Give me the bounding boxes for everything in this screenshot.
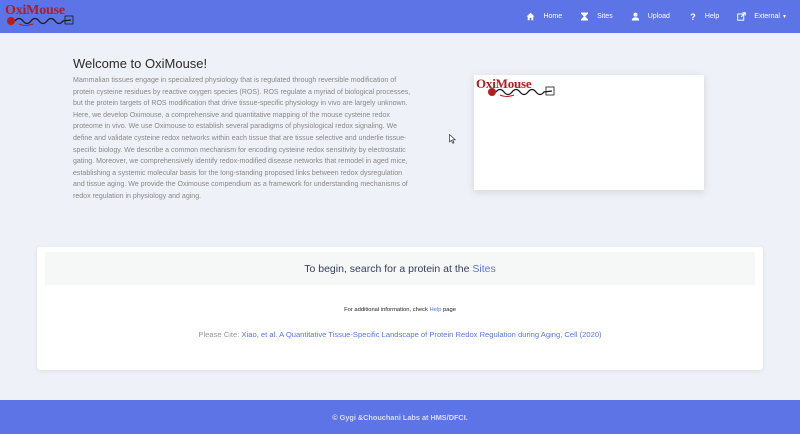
search-prompt-text: To begin, search for a protein at the bbox=[304, 262, 470, 275]
help-info-prefix: For additional information, check bbox=[344, 307, 428, 313]
mouse-squiggle-icon bbox=[7, 15, 74, 26]
nav-sites[interactable]: Sites bbox=[580, 12, 613, 21]
upload-user-icon bbox=[631, 12, 640, 21]
nav-menu: Home Sites Upload ? Help External ▾ bbox=[508, 0, 786, 33]
help-link[interactable]: Help bbox=[429, 307, 441, 313]
help-info-suffix: page bbox=[443, 307, 456, 313]
search-prompt-band: To begin, search for a protein at the Si… bbox=[45, 252, 755, 285]
citation-link[interactable]: Xiao, et al. A Quantitative Tissue-Speci… bbox=[242, 330, 602, 339]
nav-sites-label: Sites bbox=[597, 13, 613, 20]
nav-external-dropdown[interactable]: External ▾ bbox=[737, 12, 786, 21]
nav-help[interactable]: ? Help bbox=[688, 12, 719, 21]
sites-link[interactable]: Sites bbox=[472, 263, 495, 275]
oximouse-logo-image: OxiMouse bbox=[476, 76, 555, 100]
external-link-icon bbox=[737, 12, 747, 21]
welcome-title: Welcome to OxiMouse! bbox=[73, 56, 208, 71]
help-info-line: For additional information, check Help p… bbox=[37, 307, 763, 313]
nav-upload[interactable]: Upload bbox=[631, 12, 670, 21]
oximouse-logo[interactable]: OxiMouse bbox=[5, 3, 77, 29]
top-navbar: OxiMouse Home Sites Upload ? Help Extern… bbox=[0, 0, 800, 33]
nav-home-label: Home bbox=[543, 13, 563, 20]
citation-line: Please Cite: Xiao, et al. A Quantitative… bbox=[37, 330, 763, 339]
nav-home[interactable]: Home bbox=[526, 12, 562, 21]
nav-help-label: Help bbox=[704, 13, 720, 20]
svg-text:?: ? bbox=[690, 12, 696, 21]
home-icon bbox=[526, 12, 535, 21]
hourglass-icon bbox=[580, 12, 589, 21]
welcome-description: Mammalian tissues engage in specialized … bbox=[73, 77, 411, 200]
footer-copyright: © Gygi &Chouchani Labs at HMS/DFCI. bbox=[332, 412, 468, 422]
oximouse-logo-card: OxiMouse bbox=[474, 75, 704, 190]
question-icon: ? bbox=[688, 12, 697, 21]
mouse-squiggle-icon bbox=[488, 86, 555, 97]
mouse-cursor-icon bbox=[449, 134, 457, 144]
search-card: To begin, search for a protein at the Si… bbox=[37, 247, 763, 370]
footer: © Gygi &Chouchani Labs at HMS/DFCI. bbox=[0, 400, 800, 434]
nav-external-label: External bbox=[754, 13, 780, 20]
citation-prefix: Please Cite: bbox=[198, 330, 240, 339]
nav-upload-label: Upload bbox=[647, 13, 670, 20]
chevron-down-icon: ▾ bbox=[782, 14, 786, 20]
